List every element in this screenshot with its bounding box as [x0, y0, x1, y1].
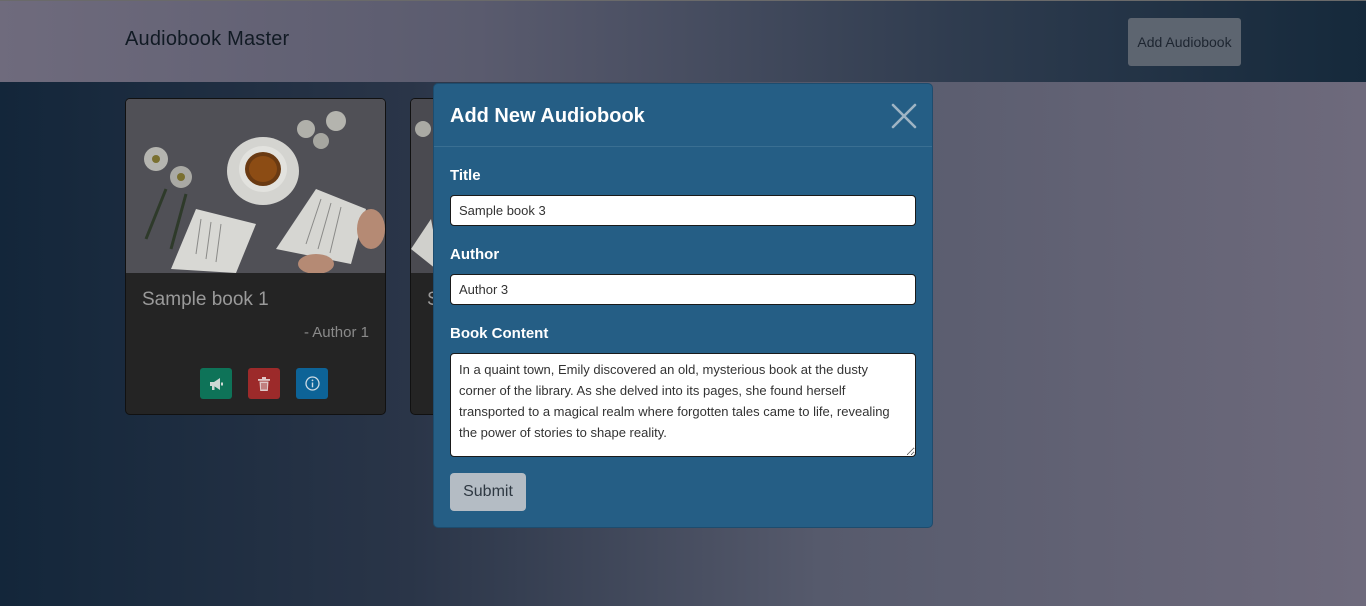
- author-input[interactable]: [450, 274, 916, 305]
- modal-header: Add New Audiobook: [434, 84, 932, 147]
- book-cover-image: [126, 99, 385, 274]
- modal-title: Add New Audiobook: [450, 105, 645, 127]
- play-audio-button[interactable]: [200, 368, 232, 399]
- close-button[interactable]: [890, 102, 918, 130]
- navbar: Audiobook Master Add Audiobook: [0, 1, 1366, 82]
- brand-title[interactable]: Audiobook Master: [125, 28, 289, 51]
- close-icon: [891, 103, 917, 129]
- book-content-textarea[interactable]: In a quaint town, Emily discovered an ol…: [450, 353, 916, 457]
- title-label: Title: [450, 167, 481, 184]
- megaphone-icon: [210, 377, 223, 390]
- author-label: Author: [450, 246, 500, 263]
- cover-illustration: [126, 99, 385, 274]
- trash-icon: [258, 376, 270, 391]
- card-author: - Author 1: [303, 324, 369, 341]
- add-audiobook-modal: Add New Audiobook Title Author Book Cont…: [433, 83, 933, 528]
- content-label: Book Content: [450, 325, 549, 342]
- audiobook-card: Sample book 1 - Author 1: [125, 98, 386, 415]
- delete-button[interactable]: [248, 368, 280, 399]
- add-audiobook-button[interactable]: Add Audiobook: [1128, 18, 1241, 66]
- card-title: Sample book 1: [142, 289, 269, 310]
- submit-button[interactable]: Submit: [450, 473, 526, 511]
- info-button[interactable]: [296, 368, 328, 399]
- card-actions: [200, 368, 328, 399]
- title-input[interactable]: [450, 195, 916, 226]
- info-icon: [304, 376, 320, 391]
